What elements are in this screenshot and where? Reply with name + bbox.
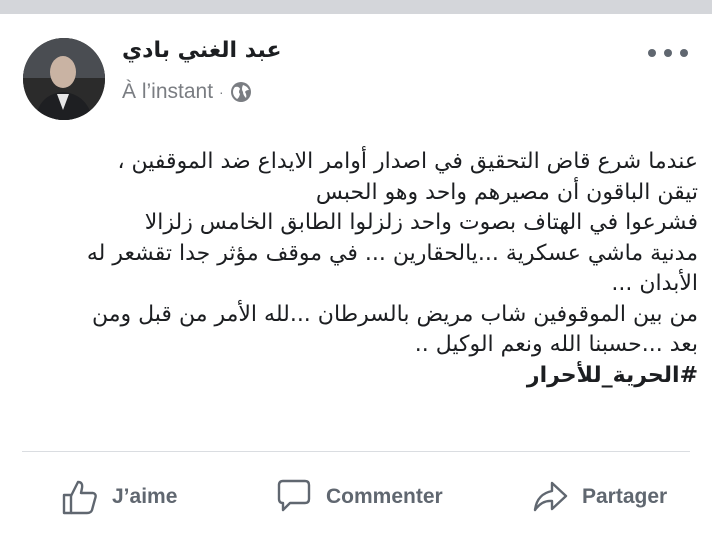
like-button[interactable]: J’aime bbox=[60, 469, 177, 525]
more-dot bbox=[664, 49, 672, 57]
hashtag-link[interactable]: #الحرية_للأحرار bbox=[20, 361, 698, 392]
comment-label: Commenter bbox=[326, 485, 443, 508]
more-dot bbox=[648, 49, 656, 57]
post-meta: À l’instant · bbox=[122, 80, 252, 104]
author-name[interactable]: عبد الغني بادي bbox=[122, 38, 281, 63]
post-line: فشرعوا في الهتاف بصوت واحد زلزلوا الطابق… bbox=[144, 210, 698, 235]
post-text: عندما شرع قاض التحقيق في اصدار أوامر الا… bbox=[20, 147, 698, 391]
action-bar: J’aime Commenter Partager bbox=[0, 469, 712, 525]
post-line: عندما شرع قاض التحقيق في اصدار أوامر الا… bbox=[117, 149, 698, 174]
post-line: الأبدان ... bbox=[611, 271, 698, 296]
share-button[interactable]: Partager bbox=[530, 469, 667, 525]
share-icon bbox=[533, 481, 568, 512]
separator-dot: · bbox=[219, 84, 224, 100]
timestamp[interactable]: À l’instant bbox=[122, 80, 213, 104]
avatar[interactable] bbox=[23, 38, 105, 120]
post-line: تيقن الباقون أن مصيرهم واحد وهو الحبس bbox=[315, 179, 698, 205]
post-line: من بين الموقوفين شاب مريض بالسرطان ...لل… bbox=[91, 301, 698, 327]
post-line: مدنية ماشي عسكرية ...يالحقارين ... في مو… bbox=[86, 240, 698, 266]
divider bbox=[22, 451, 690, 452]
thumbs-up-icon bbox=[62, 480, 97, 515]
comment-button[interactable]: Commenter bbox=[274, 469, 443, 525]
post-line: بعد ...حسبنا الله ونعم الوكيل .. bbox=[414, 332, 698, 357]
globe-icon[interactable] bbox=[230, 81, 252, 103]
like-label: J’aime bbox=[112, 485, 178, 508]
post-card: عبد الغني بادي À l’instant · عندما شرع ق… bbox=[0, 14, 712, 541]
share-label: Partager bbox=[582, 485, 668, 508]
more-dot bbox=[680, 49, 688, 57]
top-band bbox=[0, 0, 712, 14]
more-options-icon[interactable] bbox=[648, 46, 688, 60]
comment-icon bbox=[277, 479, 311, 512]
